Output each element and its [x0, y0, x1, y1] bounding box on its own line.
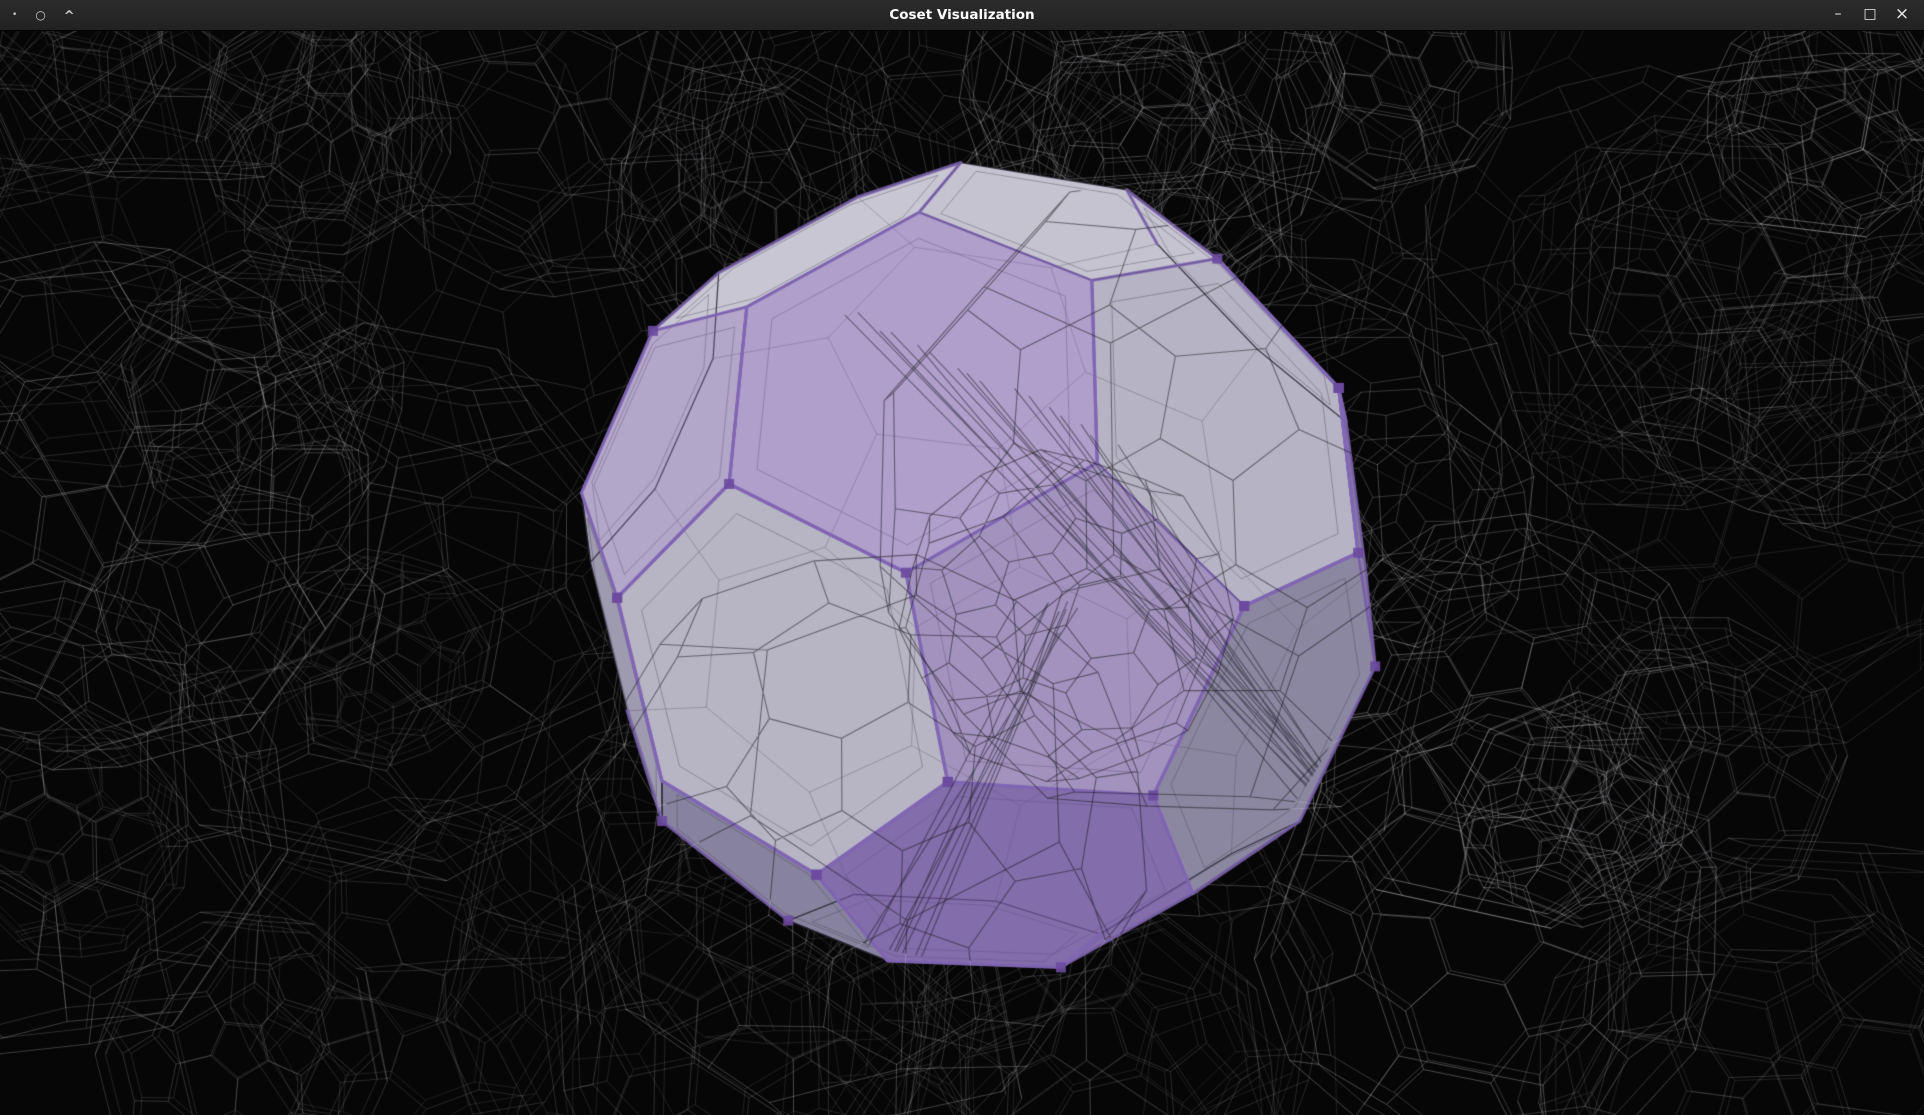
- maximize-button[interactable]: □: [1856, 0, 1884, 30]
- minimize-button[interactable]: –: [1824, 0, 1852, 30]
- window-title: Coset Visualization: [0, 0, 1924, 30]
- circle-icon[interactable]: ○: [35, 0, 45, 30]
- window-controls: – □ ×: [1824, 0, 1916, 30]
- dot-indicator-icon[interactable]: •: [12, 0, 17, 30]
- titlebar[interactable]: • ○ ^ Coset Visualization – □ ×: [0, 0, 1924, 31]
- close-button[interactable]: ×: [1888, 0, 1916, 30]
- caret-up-icon[interactable]: ^: [64, 2, 75, 32]
- viewport-canvas[interactable]: [0, 31, 1924, 1115]
- app-window: • ○ ^ Coset Visualization – □ ×: [0, 0, 1924, 1114]
- titlebar-left-icons: • ○ ^: [12, 0, 75, 30]
